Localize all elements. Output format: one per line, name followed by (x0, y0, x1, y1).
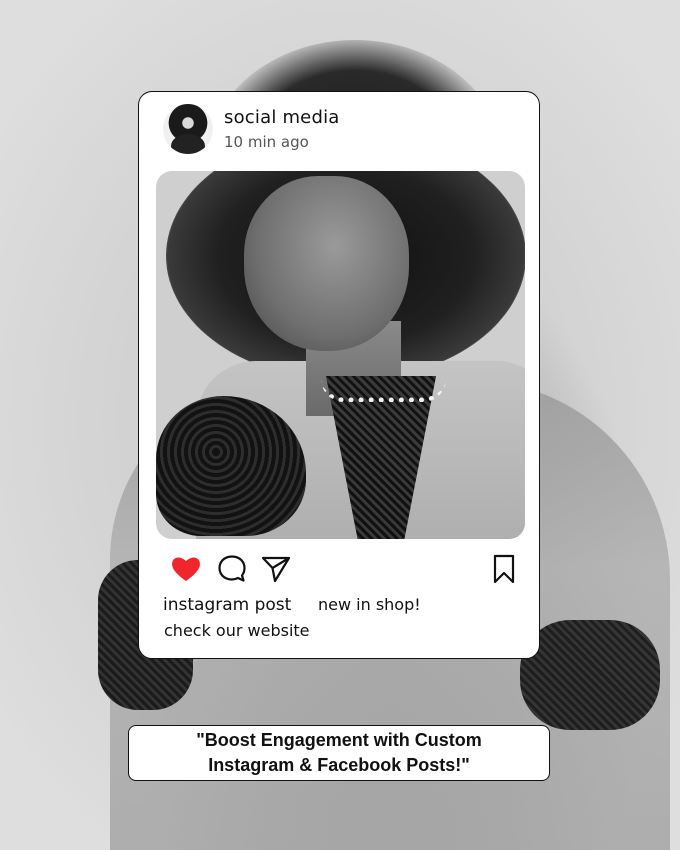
bookmark-icon[interactable] (487, 552, 521, 586)
caption-title: instagram post (163, 595, 292, 615)
banner-line-2: Instagram & Facebook Posts!" (208, 755, 470, 775)
post-card: social media 10 min ago instagram post n… (138, 91, 540, 659)
promo-banner: "Boost Engagement with Custom Instagram … (128, 725, 550, 781)
caption-tag: new in shop! (318, 595, 421, 614)
send-icon[interactable] (259, 552, 293, 586)
comment-icon[interactable] (215, 552, 249, 586)
username[interactable]: social media (224, 107, 340, 128)
heart-icon[interactable] (169, 552, 203, 586)
post-time: 10 min ago (224, 133, 309, 151)
post-image[interactable] (156, 171, 525, 539)
avatar[interactable] (163, 104, 213, 154)
caption-link[interactable]: check our website (164, 621, 310, 640)
post-actions (139, 552, 539, 586)
background-sleeve-right (520, 620, 660, 730)
banner-line-1: "Boost Engagement with Custom (196, 730, 482, 750)
